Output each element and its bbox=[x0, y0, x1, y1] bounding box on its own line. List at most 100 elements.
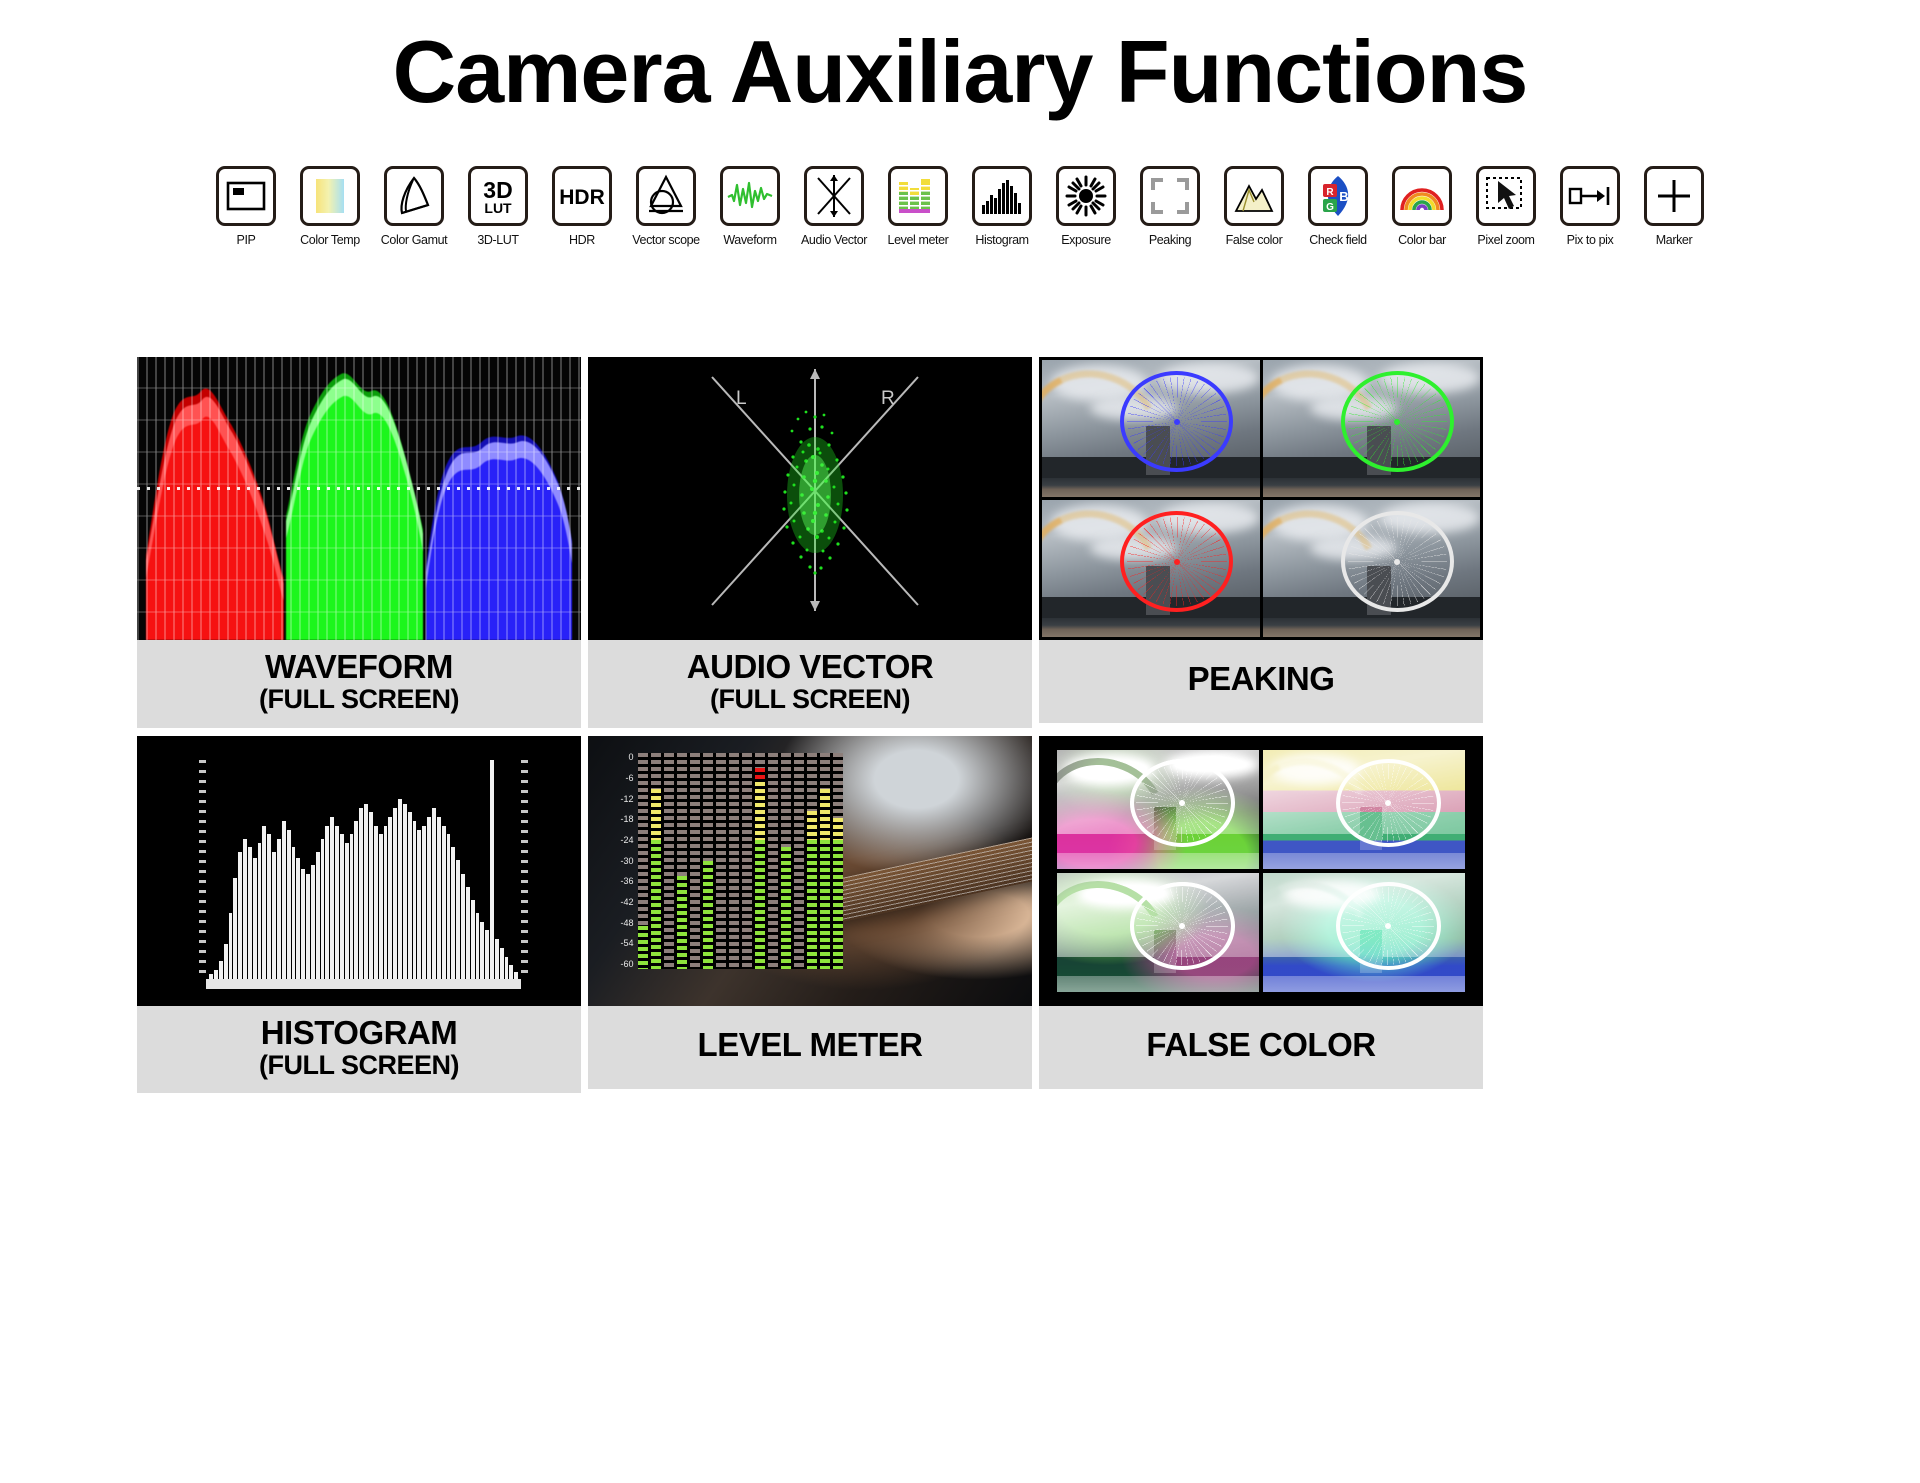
three-d-lut-icon[interactable]: 3D LUT bbox=[468, 166, 528, 226]
vector-scope-icon[interactable] bbox=[636, 166, 696, 226]
histogram-bar bbox=[494, 939, 499, 979]
icon-cell-color-bar[interactable]: Color bar bbox=[1386, 166, 1458, 247]
icon-label: Audio Vector bbox=[800, 233, 868, 247]
caption-sub: (FULL SCREEN) bbox=[710, 683, 911, 714]
level-meter-bar bbox=[689, 753, 700, 970]
histogram-bar bbox=[378, 834, 383, 979]
icon-label: Pix to pix bbox=[1566, 233, 1614, 247]
level-meter-icon[interactable] bbox=[888, 166, 948, 226]
check-field-icon[interactable]: R G B bbox=[1308, 166, 1368, 226]
panel-false-color[interactable]: FALSE COLOR bbox=[1039, 735, 1483, 1094]
histogram-bar bbox=[373, 825, 378, 979]
icon-cell-check-field[interactable]: R G B Check field bbox=[1302, 166, 1374, 247]
icon-cell-waveform[interactable]: Waveform bbox=[714, 166, 786, 247]
audio-vector-icon[interactable] bbox=[804, 166, 864, 226]
caption-main: WAVEFORM bbox=[265, 648, 453, 685]
icon-cell-vector-scope[interactable]: Vector scope bbox=[630, 166, 702, 247]
histogram-bar bbox=[354, 821, 359, 979]
icon-label: Marker bbox=[1655, 233, 1693, 247]
icon-cell-3d-lut[interactable]: 3D LUT 3D-LUT bbox=[462, 166, 534, 247]
histogram-bar bbox=[499, 947, 504, 979]
histogram-bar bbox=[383, 825, 388, 979]
histogram-bar bbox=[286, 829, 291, 979]
histogram-bar bbox=[412, 821, 417, 979]
icon-cell-marker[interactable]: Marker bbox=[1638, 166, 1710, 247]
histogram-bar bbox=[451, 847, 456, 979]
pix-to-pix-icon[interactable] bbox=[1560, 166, 1620, 226]
histogram-bar bbox=[291, 847, 296, 979]
icon-cell-histogram[interactable]: Histogram bbox=[966, 166, 1038, 247]
histogram-bar bbox=[407, 812, 412, 979]
function-demo-grid: WAVEFORM (FULL SCREEN) L R AUDIO VECTOR … bbox=[137, 357, 1484, 1094]
level-meter-db-tick: -24 bbox=[620, 834, 634, 845]
hdr-icon[interactable]: HDR bbox=[552, 166, 612, 226]
histogram-bar bbox=[402, 803, 407, 979]
icon-cell-hdr[interactable]: HDR HDR bbox=[546, 166, 618, 247]
false-color-quad-pink-green bbox=[1057, 749, 1259, 869]
color-temp-icon[interactable] bbox=[300, 166, 360, 226]
caption-main: HISTOGRAM bbox=[260, 1013, 458, 1051]
histogram-bar bbox=[267, 834, 272, 979]
exposure-icon[interactable] bbox=[1056, 166, 1116, 226]
histogram-bar bbox=[456, 860, 461, 979]
histogram-bar bbox=[218, 961, 223, 979]
icon-cell-level-meter[interactable]: Level meter bbox=[882, 166, 954, 247]
audio-vectorscope-plot: L R bbox=[711, 369, 919, 611]
waveform-graticule bbox=[137, 357, 581, 640]
caption-main: LEVEL METER bbox=[697, 1025, 923, 1063]
histogram-bar bbox=[461, 873, 465, 979]
histogram-bar bbox=[369, 812, 373, 979]
icon-cell-exposure[interactable]: Exposure bbox=[1050, 166, 1122, 247]
svg-text:LUT: LUT bbox=[484, 200, 512, 216]
histogram-bar bbox=[325, 825, 330, 979]
histogram-bar bbox=[252, 858, 257, 979]
icon-cell-false-color[interactable]: False color bbox=[1218, 166, 1290, 247]
peaking-icon[interactable] bbox=[1140, 166, 1200, 226]
histogram-bar bbox=[446, 834, 451, 979]
peaking-quad-white bbox=[1262, 500, 1480, 637]
level-meter-overlay: 0 -6 -12 -18 -24 -30 -36 -42 -48 -54 -60 bbox=[604, 753, 844, 970]
waveform-icon[interactable] bbox=[720, 166, 780, 226]
icon-cell-pixel-zoom[interactable]: Pixel zoom bbox=[1470, 166, 1542, 247]
histogram-bar bbox=[417, 829, 422, 979]
panel-caption-false-color: FALSE COLOR bbox=[1039, 1005, 1483, 1089]
color-bar-icon[interactable] bbox=[1392, 166, 1452, 226]
pip-icon[interactable] bbox=[216, 166, 276, 226]
icon-label: Color Gamut bbox=[380, 233, 448, 247]
histogram-bar bbox=[427, 816, 431, 979]
icon-cell-pix-to-pix[interactable]: Pix to pix bbox=[1554, 166, 1626, 247]
histogram-bar bbox=[257, 842, 262, 979]
panel-audio-vector[interactable]: L R AUDIO VECTOR (FULL SCREEN) bbox=[588, 357, 1032, 728]
panel-peaking[interactable]: PEAKING bbox=[1039, 357, 1483, 728]
histogram-bar bbox=[320, 838, 325, 979]
histogram-bar bbox=[281, 821, 286, 979]
icon-cell-peaking[interactable]: Peaking bbox=[1134, 166, 1206, 247]
histogram-icon[interactable] bbox=[972, 166, 1032, 226]
icon-cell-color-temp[interactable]: Color Temp bbox=[294, 166, 366, 247]
audio-vector-label-right: R bbox=[881, 388, 895, 409]
panel-waveform[interactable]: WAVEFORM (FULL SCREEN) bbox=[137, 357, 581, 728]
icon-cell-audio-vector[interactable]: Audio Vector bbox=[798, 166, 870, 247]
panel-histogram[interactable]: HISTOGRAM (FULL SCREEN) bbox=[137, 735, 581, 1094]
caption-main: FALSE COLOR bbox=[1146, 1025, 1376, 1063]
level-meter-bar bbox=[807, 753, 818, 970]
marker-icon[interactable] bbox=[1644, 166, 1704, 226]
histogram-bar bbox=[441, 825, 446, 979]
icon-label: Vector scope bbox=[632, 233, 700, 247]
level-meter-bar bbox=[663, 753, 674, 970]
panel-level-meter[interactable]: 0 -6 -12 -18 -24 -30 -36 -42 -48 -54 -60 LEVEL MET… bbox=[588, 735, 1032, 1094]
level-meter-db-tick: -54 bbox=[620, 938, 634, 949]
histogram-bar bbox=[485, 930, 490, 979]
icon-cell-pip[interactable]: PIP bbox=[210, 166, 282, 247]
false-color-icon[interactable] bbox=[1224, 166, 1284, 226]
histogram-bar bbox=[335, 825, 339, 979]
pixel-zoom-icon[interactable] bbox=[1476, 166, 1536, 226]
level-meter-db-scale: 0 -6 -12 -18 -24 -30 -36 -42 -48 -54 -60 bbox=[604, 753, 638, 969]
histogram-bar bbox=[247, 847, 252, 979]
histogram-bar bbox=[509, 965, 514, 979]
color-gamut-icon[interactable] bbox=[384, 166, 444, 226]
icon-cell-color-gamut[interactable]: Color Gamut bbox=[378, 166, 450, 247]
svg-text:R: R bbox=[1326, 187, 1334, 198]
icon-label: False color bbox=[1225, 233, 1283, 247]
panel-caption-level-meter: LEVEL METER bbox=[588, 1005, 1032, 1089]
